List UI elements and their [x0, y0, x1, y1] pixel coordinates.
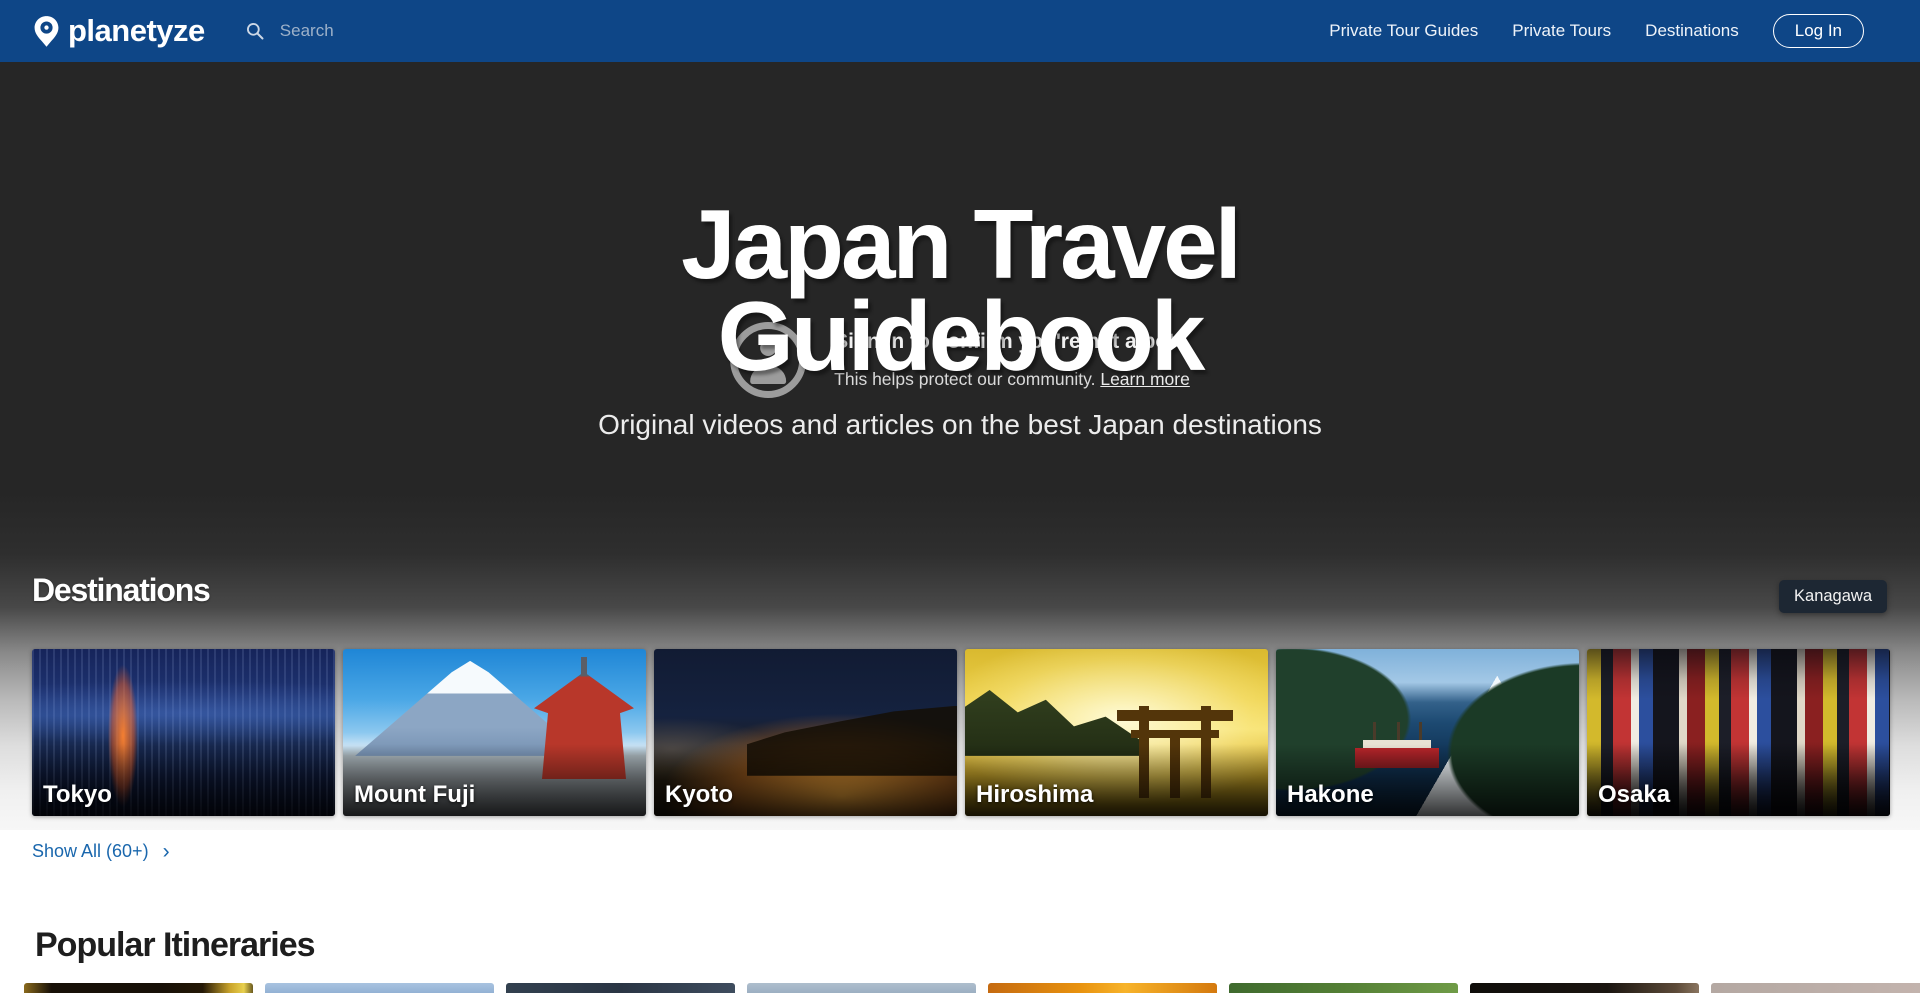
itinerary-card-partial[interactable]	[1229, 983, 1458, 993]
destination-card-hakone[interactable]: Hakone	[1276, 649, 1579, 816]
destination-card-label: Mount Fuji	[354, 781, 475, 809]
destination-card-hiroshima[interactable]: Hiroshima	[965, 649, 1268, 816]
itinerary-card-partial[interactable]	[988, 983, 1217, 993]
chevron-right-icon: ›	[163, 841, 170, 862]
brand-name: planetyze	[68, 13, 205, 49]
itinerary-card-partial[interactable]	[1470, 983, 1699, 993]
nav-link-destinations[interactable]: Destinations	[1645, 21, 1739, 41]
page-title-line2: Guidebook	[0, 290, 1920, 382]
itinerary-card-partial[interactable]	[265, 983, 494, 993]
show-all-link[interactable]: Show All (60+) ›	[32, 841, 170, 862]
destination-card-kyoto[interactable]: Kyoto	[654, 649, 957, 816]
destination-card-label: Hiroshima	[976, 781, 1093, 809]
top-navbar: planetyze Private Tour Guides Private To…	[0, 0, 1920, 62]
planetyze-logo[interactable]: planetyze	[33, 13, 205, 49]
popular-itineraries-heading: Popular Itineraries	[35, 926, 315, 965]
hero-section: Sign in to confirm you're not a bot This…	[0, 62, 1920, 830]
nav-link-private-tours[interactable]: Private Tours	[1512, 21, 1611, 41]
search-bar	[245, 20, 712, 42]
navbar-links: Private Tour Guides Private Tours Destin…	[1329, 14, 1864, 48]
itinerary-card-partial[interactable]	[24, 983, 253, 993]
destination-card-tokyo[interactable]: Tokyo	[32, 649, 335, 816]
itinerary-card-partial[interactable]	[747, 983, 976, 993]
destination-card-osaka[interactable]: Osaka	[1587, 649, 1890, 816]
destinations-heading: Destinations	[32, 572, 210, 609]
page-title-line1: Japan Travel	[0, 198, 1920, 290]
nav-link-private-tour-guides[interactable]: Private Tour Guides	[1329, 21, 1478, 41]
page-title: Japan Travel Guidebook	[0, 198, 1920, 382]
destination-card-label: Kyoto	[665, 781, 733, 809]
region-tooltip: Kanagawa	[1779, 580, 1887, 613]
hero-subtitle: Original videos and articles on the best…	[0, 409, 1920, 441]
destination-card-label: Osaka	[1598, 781, 1670, 809]
login-button[interactable]: Log In	[1773, 14, 1864, 48]
map-pin-icon	[33, 15, 60, 48]
destination-card-label: Tokyo	[43, 781, 112, 809]
itinerary-card-partial[interactable]	[1711, 983, 1920, 993]
itinerary-card-partial[interactable]	[506, 983, 735, 993]
search-icon	[245, 21, 265, 41]
search-input[interactable]	[278, 20, 712, 42]
destination-cards-row: Tokyo Mount Fuji Kyoto Hiroshima Hakone …	[32, 649, 1890, 816]
itinerary-cards-preview	[24, 983, 1920, 993]
destination-card-label: Hakone	[1287, 781, 1374, 809]
destination-card-mount-fuji[interactable]: Mount Fuji	[343, 649, 646, 816]
show-all-label: Show All (60+)	[32, 841, 149, 862]
